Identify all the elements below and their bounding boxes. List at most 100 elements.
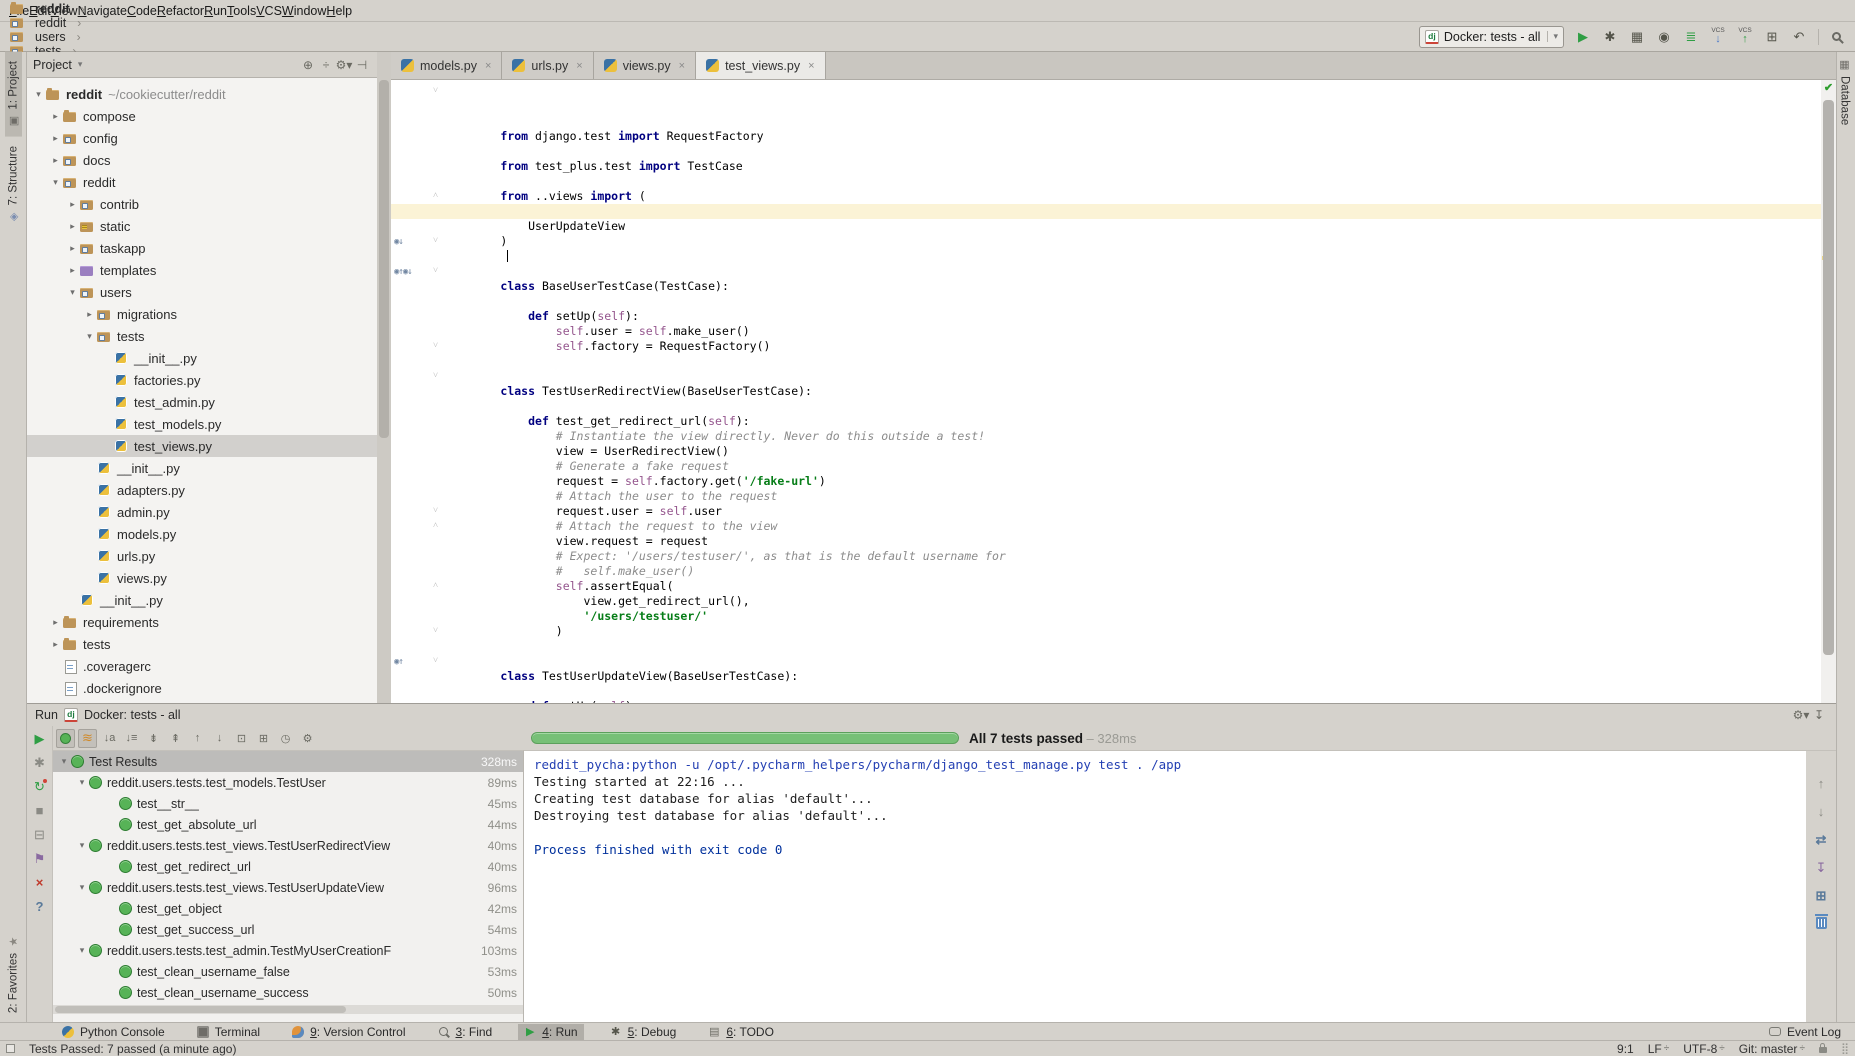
settings-icon[interactable]: ⚙▾ <box>1792 708 1810 722</box>
code-line[interactable] <box>391 354 1821 369</box>
project-scrollbar[interactable] <box>377 52 391 703</box>
fold-icon[interactable] <box>433 624 443 639</box>
code-line[interactable]: class TestUserRedirectView(BaseUserTestC… <box>391 339 1821 354</box>
breadcrumb-item[interactable]: reddit <box>10 2 129 16</box>
fold-icon[interactable] <box>433 504 443 519</box>
tree-row[interactable]: templates <box>27 259 377 281</box>
close-button[interactable]: × <box>36 876 44 889</box>
vcs-push-icon[interactable]: ↑ <box>1735 28 1755 46</box>
code-line[interactable] <box>391 594 1821 609</box>
vcs-update-icon[interactable]: ↓ <box>1708 28 1728 46</box>
run-marker-icon[interactable] <box>394 655 430 670</box>
tool-tab-debug[interactable]: ✱ 5: Debug <box>604 1024 683 1040</box>
code-line[interactable]: class TestUserUpdateView(BaseUserTestCas… <box>391 624 1821 639</box>
tree-row[interactable]: tests <box>27 633 377 655</box>
code-line[interactable]: # self.make_user() <box>391 519 1821 534</box>
code-line[interactable]: self.factory = RequestFactory() <box>391 294 1821 309</box>
tree-row[interactable]: reddit ~/cookiecutter/reddit <box>27 83 377 105</box>
chevron-icon[interactable] <box>75 882 89 893</box>
fold-icon[interactable] <box>433 579 443 594</box>
chevron-icon[interactable] <box>65 265 80 276</box>
chevron-icon[interactable] <box>48 111 63 122</box>
editor-scrollbar[interactable]: ✔ <box>1821 80 1836 703</box>
run-configuration-select[interactable]: dj Docker: tests - all ▾ <box>1419 26 1564 48</box>
status-widget[interactable]: Git: master <box>1739 1042 1805 1056</box>
code-line[interactable]: super(TestUserUpdateView, self).setUp() <box>391 684 1821 699</box>
code-line[interactable] <box>391 309 1821 324</box>
down-the-stack-trace-icon[interactable]: ↓ <box>1818 805 1825 818</box>
scroll-to-end-icon[interactable]: ↧ <box>1816 861 1827 874</box>
pin-button[interactable]: ⚑ <box>34 852 46 865</box>
code-line[interactable]: def setUp(self): <box>391 264 1821 279</box>
tree-row[interactable]: compose <box>27 105 377 127</box>
tree-row[interactable]: .dockerignore <box>27 677 377 699</box>
code-line[interactable]: class BaseUserTestCase(TestCase): <box>391 234 1821 249</box>
event-log-button[interactable]: Event Log <box>1763 1024 1847 1040</box>
status-widget[interactable]: 9:1 <box>1617 1042 1634 1056</box>
tool-tab-todo[interactable]: ▤ 6: TODO <box>702 1024 780 1040</box>
chevron-icon[interactable] <box>48 617 63 628</box>
tree-row[interactable]: models.py <box>27 523 377 545</box>
fold-icon[interactable] <box>433 234 443 249</box>
tree-row[interactable]: __init__.py <box>27 457 377 479</box>
tree-row[interactable]: config <box>27 127 377 149</box>
code-line[interactable] <box>391 99 1821 114</box>
tree-row[interactable]: taskapp <box>27 237 377 259</box>
test-row[interactable]: test_get_redirect_url 40ms <box>53 856 523 877</box>
code-line[interactable] <box>391 249 1821 264</box>
chevron-icon[interactable] <box>75 945 89 956</box>
status-widget[interactable]: LF <box>1648 1042 1670 1056</box>
run-dashboard-button[interactable]: ≣ <box>1681 29 1701 45</box>
chevron-icon[interactable] <box>75 840 89 851</box>
import-results-icon[interactable]: ⊞ <box>254 729 273 748</box>
test-row[interactable]: reddit.users.tests.test_admin.TestMyUser… <box>53 940 523 961</box>
test-row[interactable]: test_get_success_url 54ms <box>53 919 523 940</box>
project-panel-title[interactable]: Project <box>33 58 72 72</box>
horizontal-scrollbar[interactable] <box>53 1005 523 1014</box>
previous-test-icon[interactable]: ↑ <box>188 729 207 748</box>
debug-button[interactable]: ✱ <box>1600 29 1620 45</box>
tree-row[interactable]: docs <box>27 149 377 171</box>
code-line[interactable] <box>391 219 1821 234</box>
test-row[interactable]: Test Results 328ms <box>53 751 523 772</box>
search-icon[interactable] <box>1832 32 1841 41</box>
up-the-stack-trace-icon[interactable]: ↑ <box>1818 777 1825 790</box>
sort-alphabetically-icon[interactable]: ↓a <box>100 729 119 748</box>
scrollbar-thumb[interactable] <box>379 80 389 438</box>
export-results-icon[interactable]: ⊡ <box>232 729 251 748</box>
tool-tab-version-control[interactable]: 9: Version Control <box>286 1024 411 1040</box>
fold-icon[interactable] <box>433 84 443 99</box>
tool-tab-database[interactable]: ▦ Database <box>1837 52 1852 131</box>
tree-row[interactable]: reddit <box>27 171 377 193</box>
hide-panel-icon[interactable]: ↧ <box>1810 708 1828 722</box>
test-row[interactable]: test_get_object 42ms <box>53 898 523 919</box>
code-line[interactable]: self.user = self.make_user() <box>391 279 1821 294</box>
tree-row[interactable]: migrations <box>27 303 377 325</box>
options-icon[interactable]: ⚙ <box>298 729 317 748</box>
test-row[interactable]: test_get_absolute_url 44ms <box>53 814 523 835</box>
code-line[interactable]: # Attach the user to the request <box>391 444 1821 459</box>
chevron-icon[interactable] <box>75 777 89 788</box>
test-row[interactable]: test_clean_username_false 53ms <box>53 961 523 982</box>
close-icon[interactable]: × <box>576 60 582 72</box>
code-line[interactable]: view.get_redirect_url(), <box>391 549 1821 564</box>
profiler-button[interactable]: ◉ <box>1654 29 1674 45</box>
code-line[interactable] <box>391 639 1821 654</box>
shelve-icon[interactable]: ⊞ <box>1762 29 1782 45</box>
code-line[interactable]: request.user = self.user <box>391 459 1821 474</box>
close-icon[interactable]: × <box>485 60 491 72</box>
chevron-icon[interactable] <box>65 243 80 254</box>
tree-row[interactable]: __init__.py <box>27 347 377 369</box>
rerun-tests-button[interactable]: ▶ <box>35 732 45 745</box>
tool-tab-favorites[interactable]: 2: Favorites ★ <box>5 926 22 1022</box>
code-line[interactable]: # Generate a fake request <box>391 414 1821 429</box>
fold-icon[interactable] <box>433 519 443 534</box>
chevron-icon[interactable] <box>65 287 80 298</box>
tree-row[interactable]: admin.py <box>27 501 377 523</box>
history-icon[interactable]: ◷ <box>276 729 295 748</box>
close-icon[interactable]: × <box>808 60 814 72</box>
chevron-icon[interactable] <box>48 133 63 144</box>
tree-row[interactable]: test_views.py <box>27 435 377 457</box>
code-line[interactable] <box>391 129 1821 144</box>
undo-icon[interactable]: ↶ <box>1789 29 1809 45</box>
